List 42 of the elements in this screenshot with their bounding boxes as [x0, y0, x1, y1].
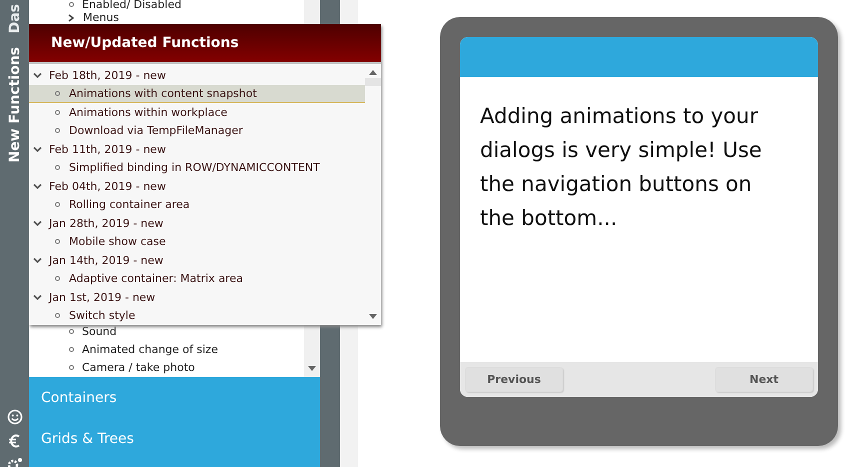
tree-item[interactable]: Download via TempFileManager — [29, 122, 365, 140]
smiley-icon[interactable] — [6, 409, 22, 425]
list-item[interactable]: Sound — [29, 322, 304, 340]
chevron-icon — [33, 218, 42, 228]
tree-group[interactable]: Feb 18th, 2019 - new — [29, 66, 365, 84]
chevron-icon — [33, 256, 42, 265]
nav-button[interactable]: Next — [715, 367, 813, 392]
chevron-icon — [33, 292, 42, 302]
tree-item[interactable]: Simplified binding in ROW/DYNAMICCONTENT — [29, 158, 365, 177]
bullet-icon — [69, 2, 74, 7]
message-text: Adding animations to your dialogs is very simple! Use the navigation buttons on the bottom... — [479, 103, 763, 232]
scroll-down-icon[interactable] — [369, 314, 377, 319]
list-item[interactable]: Animated change of size — [29, 340, 304, 358]
tree-group[interactable]: Jan 28th, 2019 - new — [29, 214, 365, 232]
chevron-icon — [33, 144, 42, 154]
bullet-icon — [69, 364, 74, 370]
tree-group[interactable]: Feb 04th, 2019 - new — [29, 177, 365, 196]
side-tab[interactable]: Das — [6, 0, 22, 34]
scroll-down-icon[interactable] — [308, 366, 316, 371]
scroll-thumb[interactable] — [365, 78, 381, 86]
tree-item[interactable]: Mobile show case — [29, 232, 365, 251]
list-item[interactable]: Menus — [29, 11, 304, 24]
popup-title: New/Updated Functions — [29, 24, 381, 64]
tree-item[interactable]: Animations within workplace — [29, 103, 365, 122]
side-tab[interactable]: New Functions — [6, 39, 22, 163]
chevron-icon — [33, 70, 42, 80]
nav-button[interactable]: Previous — [465, 367, 563, 392]
list-item[interactable]: Camera / take photo — [29, 358, 304, 376]
tree-item[interactable]: Adaptive container: Matrix area — [29, 270, 365, 288]
tree-item[interactable]: Rolling container area — [29, 196, 365, 214]
bullet-icon — [69, 346, 74, 352]
tree-group[interactable]: Jan 1st, 2019 - new — [29, 288, 365, 306]
euro-icon[interactable] — [8, 433, 22, 449]
list-item[interactable]: Enabled/ Disabled — [29, 0, 304, 11]
chevron-right-icon — [67, 14, 75, 22]
chevron-icon — [33, 182, 42, 191]
tree-item[interactable]: Switch style — [29, 306, 365, 325]
scroll-up-icon[interactable] — [369, 70, 377, 75]
tree-group[interactable]: Feb 11th, 2019 - new — [29, 140, 365, 158]
bullet-icon — [69, 328, 74, 334]
tree-item[interactable]: Animations with content snapshot — [29, 84, 365, 103]
tree-group[interactable]: Jan 14th, 2019 - new — [29, 251, 365, 270]
